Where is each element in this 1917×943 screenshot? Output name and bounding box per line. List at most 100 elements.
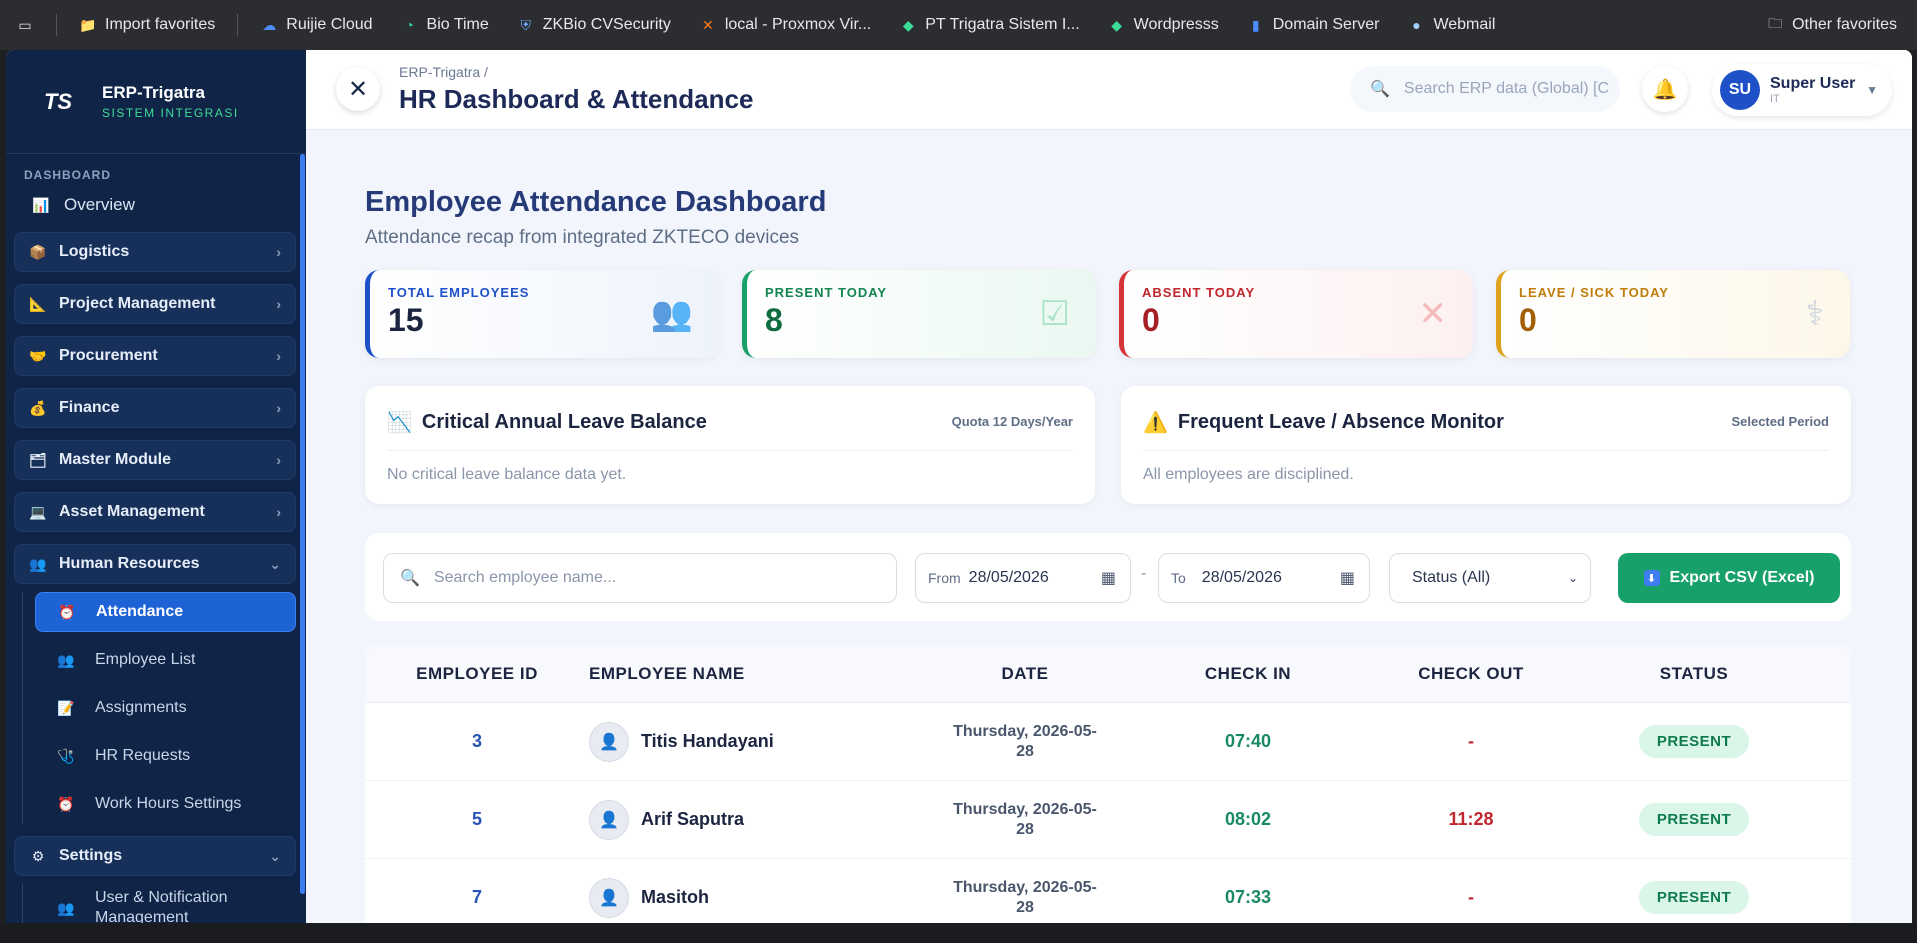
- col-employee-name[interactable]: EMPLOYEE NAME: [589, 664, 913, 684]
- from-date-field[interactable]: From 28/05/2026 ▦: [915, 553, 1131, 603]
- sidebar-item-label: Settings: [59, 847, 123, 864]
- bookmark-proxmox[interactable]: ✕ local - Proxmox Vir...: [699, 16, 871, 34]
- sidebar-item-label: Attendance: [96, 603, 184, 620]
- table-row[interactable]: 5 👤 Arif Saputra Thursday, 2026-05- 28 08:…: [365, 781, 1851, 859]
- date-line-1: Thursday, 2026-05-: [953, 722, 1097, 740]
- col-employee-id[interactable]: EMPLOYEE ID: [365, 664, 589, 684]
- col-status[interactable]: STATUS: [1583, 664, 1805, 684]
- breadcrumb[interactable]: ERP-Trigatra /: [399, 64, 488, 80]
- stat-value: 0: [1519, 302, 1537, 338]
- sidebar-item-procurement[interactable]: 🤝 Procurement ›: [14, 336, 296, 376]
- bookmark-bio-time[interactable]: ◔ Bio Time: [401, 16, 488, 34]
- sidebar-item-user-notification[interactable]: 👥 User & Notification Management: [35, 884, 296, 923]
- bookmark-wordpress[interactable]: ◆ Wordpresss: [1108, 16, 1219, 34]
- date-line-1: Thursday, 2026-05-: [953, 800, 1097, 818]
- table-row[interactable]: 7 👤 Masitoh Thursday, 2026-05- 28 07:33 - …: [365, 859, 1851, 923]
- to-date-field[interactable]: To 28/05/2026 ▦: [1158, 553, 1370, 603]
- taskbar: [0, 923, 1917, 943]
- sidebar-item-human-resources[interactable]: 👥 Human Resources ⌄: [14, 544, 296, 584]
- search-icon: 🔍: [1370, 81, 1390, 98]
- sidebar-item-attendance[interactable]: ⏰ Attendance: [35, 592, 296, 632]
- bookmark-label: Ruijie Cloud: [286, 16, 373, 33]
- sidebar-item-asset-management[interactable]: 💻 Asset Management ›: [14, 492, 296, 532]
- chart-down-icon: 📉: [387, 412, 412, 434]
- panel-body: No critical leave balance data yet.: [387, 466, 627, 483]
- bookmark-zkbio[interactable]: ⛨ ZKBio CVSecurity: [517, 16, 671, 34]
- other-favorites[interactable]: 🗀 Other favorites: [1766, 15, 1897, 34]
- sidebar-item-label: Asset Management: [59, 503, 205, 520]
- employee-id: 3: [471, 731, 482, 751]
- sidebar-item-assignments[interactable]: 📝 Assignments: [35, 688, 296, 728]
- date-line-2: 28: [1016, 820, 1034, 838]
- employee-search-input[interactable]: 🔍 Search employee name...: [383, 553, 897, 603]
- brand[interactable]: TS ERP-Trigatra SISTEM INTEGRASI: [6, 50, 306, 154]
- col-check-in[interactable]: CHECK IN: [1137, 664, 1359, 684]
- sidebar-item-hr-requests[interactable]: 🩺 HR Requests: [35, 736, 296, 776]
- close-icon: ✕: [347, 75, 369, 103]
- chevron-right-icon: ›: [276, 244, 281, 260]
- search-placeholder: Search ERP data (Global) [C: [1403, 80, 1610, 97]
- bookmark-ruijie-cloud[interactable]: ☁ Ruijie Cloud: [260, 16, 372, 34]
- server-icon: ▮: [1251, 16, 1260, 33]
- close-button[interactable]: ✕: [336, 67, 380, 111]
- chevron-right-icon: ›: [276, 452, 281, 468]
- sidebar-item-master-module[interactable]: 🗂 Master Module ›: [14, 440, 296, 480]
- alarm-clock-icon: ⏰: [57, 795, 75, 812]
- sidebar-item-label: HR Requests: [95, 747, 191, 764]
- calendar-icon: ▦: [1339, 570, 1355, 587]
- sidebar: TS ERP-Trigatra SISTEM INTEGRASI DASHBOA…: [6, 50, 306, 923]
- to-date-value: 28/05/2026: [1201, 569, 1282, 586]
- bookmark-label: Domain Server: [1272, 16, 1380, 33]
- sidebar-item-label: Project Management: [59, 295, 216, 312]
- frequent-leave-panel: ⚠️ Frequent Leave / Absence Monitor Selec…: [1121, 386, 1851, 504]
- sidebar-scrollbar[interactable]: [300, 154, 305, 894]
- global-search-input[interactable]: 🔍 Search ERP data (Global) [C: [1350, 66, 1620, 112]
- table-header: EMPLOYEE ID EMPLOYEE NAME DATE CHECK IN …: [365, 645, 1851, 703]
- bookmark-webmail[interactable]: ● Webmail: [1407, 16, 1495, 34]
- col-date[interactable]: DATE: [913, 664, 1137, 684]
- panel-title: Critical Annual Leave Balance: [421, 411, 707, 433]
- money-bag-icon: 💰: [29, 399, 47, 416]
- clock-icon: ◔: [405, 17, 414, 33]
- folder-icon: 🗂: [29, 451, 47, 468]
- employee-name: Masitoh: [641, 887, 710, 907]
- status-badge: PRESENT: [1638, 881, 1750, 914]
- export-csv-button[interactable]: ⬇ Export CSV (Excel): [1618, 553, 1840, 603]
- notification-button[interactable]: 🔔: [1642, 66, 1688, 112]
- people-icon: 👥: [29, 555, 47, 572]
- page-title: HR Dashboard & Attendance: [399, 84, 754, 114]
- status-select[interactable]: Status (All) ⌄: [1389, 553, 1591, 603]
- bookmark-trigatra[interactable]: ◆ PT Trigatra Sistem I...: [899, 16, 1080, 34]
- sidebar-section-label: DASHBOARD: [24, 168, 111, 182]
- bookmark-import-favorites[interactable]: 📁 Import favorites: [79, 16, 215, 34]
- sidebar-item-project-management[interactable]: 📐 Project Management ›: [14, 284, 296, 324]
- sidebar-item-work-hours-settings[interactable]: ⏰ Work Hours Settings: [35, 784, 296, 824]
- table-row[interactable]: 3 👤 Titis Handayani Thursday, 2026-05- 28 …: [365, 703, 1851, 781]
- chevron-down-icon: ⌄: [1567, 571, 1578, 585]
- from-date-value: 28/05/2026: [968, 569, 1049, 586]
- col-check-out[interactable]: CHECK OUT: [1359, 664, 1583, 684]
- employee-name: Titis Handayani: [641, 731, 774, 751]
- date-line-2: 28: [1016, 742, 1034, 760]
- sidebar-item-label: Employee List: [95, 651, 196, 668]
- bookmark-label: ZKBio CVSecurity: [542, 16, 671, 33]
- warning-icon: ⚠️: [1143, 412, 1168, 434]
- bookmark-domain-server[interactable]: ▮ Domain Server: [1247, 16, 1380, 34]
- memo-icon: 📝: [57, 699, 75, 716]
- sidebar-item-overview[interactable]: 📊 Overview: [32, 190, 306, 220]
- filter-bar: 🔍 Search employee name... From 28/05/2026 ▦…: [365, 533, 1851, 621]
- shield-icon: ⛨: [520, 16, 532, 33]
- sidebar-item-finance[interactable]: 💰 Finance ›: [14, 388, 296, 428]
- sidebar-item-settings[interactable]: ⚙ Settings ⌄: [14, 836, 296, 876]
- sidebar-item-logistics[interactable]: 📦 Logistics ›: [14, 232, 296, 272]
- sidebar-item-label: Master Module: [59, 451, 172, 468]
- check-out: 11:28: [1448, 809, 1494, 829]
- bookmark-label: Wordpresss: [1133, 16, 1219, 33]
- date-line-2: 28: [1016, 898, 1034, 916]
- sidebar-item-employee-list[interactable]: 👥 Employee List: [35, 640, 296, 680]
- folder-icon: 🗀: [1768, 15, 1783, 31]
- status-select-value: Status (All): [1412, 569, 1491, 586]
- gear-icon: ⚙: [31, 847, 45, 864]
- user-menu[interactable]: SU Super User IT ▼: [1712, 64, 1892, 116]
- tab-actions-button[interactable]: ▭: [16, 16, 34, 34]
